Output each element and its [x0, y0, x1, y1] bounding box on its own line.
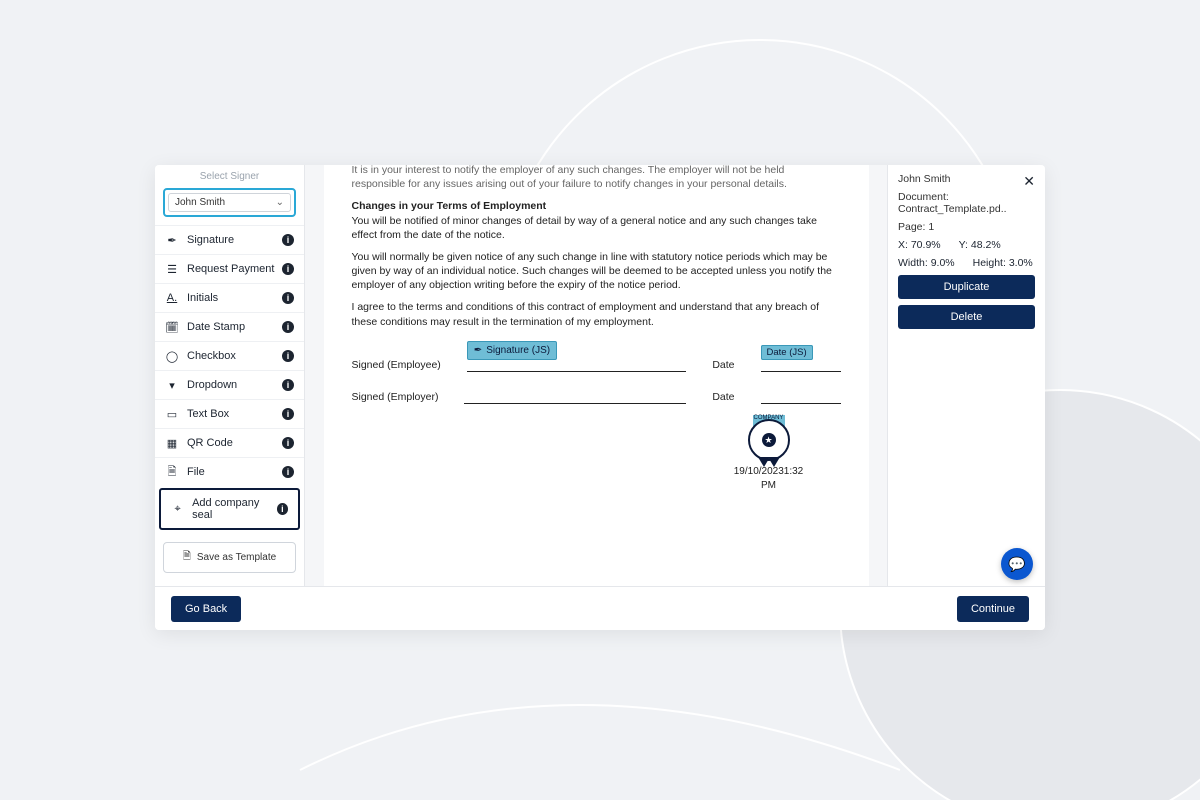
- panel-document: Document: Contract_Template.pd..: [898, 191, 1035, 215]
- panel-wh: Width: 9.0% Height: 3.0%: [898, 257, 1035, 269]
- payment-icon: ☰: [165, 262, 179, 276]
- info-icon[interactable]: i: [282, 437, 294, 449]
- chat-fab[interactable]: 💬: [1001, 548, 1033, 580]
- tool-checkbox[interactable]: ◯ Checkbox i: [155, 341, 304, 370]
- tool-label: Date Stamp: [187, 321, 245, 333]
- tool-label: File: [187, 466, 205, 478]
- chevron-down-icon: ⌄: [276, 197, 284, 208]
- date-label: Date: [712, 390, 734, 404]
- doc-heading: Changes in your Terms of Employment: [352, 199, 841, 213]
- info-icon[interactable]: i: [282, 292, 294, 304]
- tool-initials[interactable]: A. Initials i: [155, 283, 304, 312]
- initials-icon: A.: [165, 291, 179, 305]
- info-icon[interactable]: i: [282, 263, 294, 275]
- app-window: Select Signer John Smith ⌄ ✒ Signature i…: [155, 165, 1045, 630]
- panel-page: Page: 1: [898, 221, 1035, 233]
- info-icon[interactable]: i: [282, 408, 294, 420]
- signature-glyph-icon: ✒: [474, 344, 482, 358]
- signer-select-wrap: John Smith ⌄: [163, 188, 296, 217]
- tool-label: Initials: [187, 292, 218, 304]
- doc-text: You will be notified of minor changes of…: [352, 214, 841, 242]
- info-icon[interactable]: i: [282, 234, 294, 246]
- file-icon: 🗎: [165, 465, 179, 479]
- template-icon: 🗎: [183, 549, 191, 566]
- doc-text: It is in your interest to notify the emp…: [352, 165, 841, 191]
- tool-label: Checkbox: [187, 350, 236, 362]
- info-icon[interactable]: i: [282, 379, 294, 391]
- document-area[interactable]: It is in your interest to notify the emp…: [305, 165, 887, 586]
- duplicate-button[interactable]: Duplicate: [898, 275, 1035, 299]
- tool-qr-code[interactable]: ▦ QR Code i: [155, 428, 304, 457]
- signed-employee-label: Signed (Employee): [352, 358, 441, 372]
- company-seal-placed[interactable]: COMPANY SEAL ★ 19/10/20231:32 PM: [729, 415, 809, 492]
- seal-badge-icon: COMPANY SEAL ★: [746, 415, 792, 461]
- info-icon[interactable]: i: [282, 466, 294, 478]
- calendar-icon: 🗓: [165, 320, 179, 334]
- dropdown-icon: ▾: [165, 378, 179, 392]
- signature-row-employer: Signed (Employer) Date: [352, 390, 841, 404]
- tool-label: Add company seal: [192, 497, 277, 521]
- tool-text-box[interactable]: ▭ Text Box i: [155, 399, 304, 428]
- tool-label: Dropdown: [187, 379, 237, 391]
- tool-label: QR Code: [187, 437, 233, 449]
- doc-text: I agree to the terms and conditions of t…: [352, 300, 841, 328]
- sidebar: Select Signer John Smith ⌄ ✒ Signature i…: [155, 165, 305, 586]
- tool-label: Text Box: [187, 408, 229, 420]
- tool-label: Request Payment: [187, 263, 274, 275]
- signer-select-value: John Smith: [175, 197, 225, 208]
- seal-timestamp: 19/10/20231:32 PM: [729, 465, 809, 492]
- delete-button[interactable]: Delete: [898, 305, 1035, 329]
- seal-icon: ⌖: [171, 502, 184, 516]
- date-label: Date: [712, 358, 734, 372]
- signature-field-label: Signature (JS): [486, 344, 550, 358]
- signature-row-employee: Signed (Employee) ✒ Signature (JS) Date …: [352, 339, 841, 373]
- save-template-label: Save as Template: [197, 552, 276, 563]
- panel-signer: John Smith: [898, 173, 1035, 185]
- doc-text: You will normally be given notice of any…: [352, 250, 841, 293]
- tool-dropdown[interactable]: ▾ Dropdown i: [155, 370, 304, 399]
- qrcode-icon: ▦: [165, 436, 179, 450]
- document-page: It is in your interest to notify the emp…: [324, 165, 869, 586]
- signed-employer-label: Signed (Employer): [352, 390, 439, 404]
- tool-date-stamp[interactable]: 🗓 Date Stamp i: [155, 312, 304, 341]
- close-icon[interactable]: ✕: [1023, 173, 1035, 190]
- save-as-template-button[interactable]: 🗎 Save as Template: [163, 542, 296, 573]
- tool-signature[interactable]: ✒ Signature i: [155, 225, 304, 254]
- continue-button[interactable]: Continue: [957, 596, 1029, 622]
- tool-request-payment[interactable]: ☰ Request Payment i: [155, 254, 304, 283]
- info-icon[interactable]: i: [282, 321, 294, 333]
- signer-header: Select Signer: [155, 165, 304, 184]
- checkbox-icon: ◯: [165, 349, 179, 363]
- info-icon[interactable]: i: [282, 350, 294, 362]
- signature-field[interactable]: ✒ Signature (JS): [467, 341, 557, 361]
- go-back-button[interactable]: Go Back: [171, 596, 241, 622]
- tool-add-company-seal[interactable]: ⌖ Add company seal i: [159, 488, 300, 530]
- textbox-icon: ▭: [165, 407, 179, 421]
- properties-panel: ✕ John Smith Document: Contract_Template…: [887, 165, 1045, 586]
- panel-xy: X: 70.9% Y: 48.2%: [898, 239, 1035, 251]
- chat-icon: 💬: [1008, 556, 1025, 573]
- tool-file[interactable]: 🗎 File i: [155, 457, 304, 486]
- date-field[interactable]: Date (JS): [761, 345, 813, 360]
- info-icon[interactable]: i: [277, 503, 288, 515]
- tool-label: Signature: [187, 234, 234, 246]
- signature-icon: ✒: [165, 233, 179, 247]
- footer-bar: Go Back Continue: [155, 586, 1045, 630]
- signer-select[interactable]: John Smith ⌄: [168, 193, 291, 212]
